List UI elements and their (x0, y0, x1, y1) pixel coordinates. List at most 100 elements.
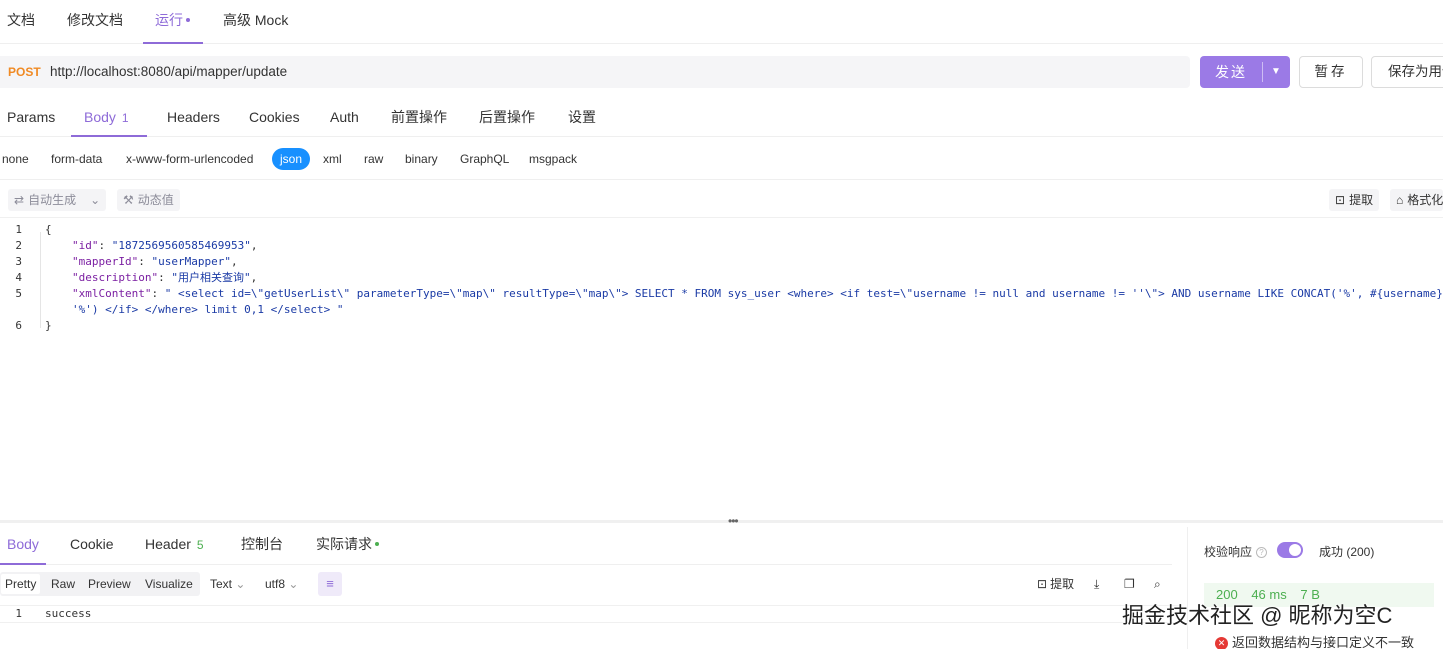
magic-wand-icon: ⚒ (123, 193, 134, 207)
line-number: 6 (15, 319, 22, 332)
success-select[interactable]: 成功 (200) (1319, 543, 1374, 560)
auto-generate-button[interactable]: ⇄ 自动生成 ⌄ (8, 189, 107, 211)
response-text: success (45, 607, 92, 620)
body-type-none[interactable]: none (2, 148, 29, 170)
chevron-down-icon[interactable]: ⌄ (90, 193, 100, 207)
tab-body-label: Body (84, 109, 116, 125)
view-raw[interactable]: Raw (47, 574, 79, 594)
resp-extract-button[interactable]: ⊡ 提取 (1037, 574, 1074, 594)
response-validation-panel: 校验响应? 成功 (200) 200 46 ms 7 B ✕ 返回数据结构与接口定… (1187, 527, 1443, 649)
request-tabs: Params Body 1 Headers Cookies Auth 前置操作 后… (0, 97, 1443, 137)
resp-extract-label: 提取 (1050, 577, 1075, 591)
drag-handle-icon[interactable]: ••• (728, 515, 739, 527)
response-tabs: Body Cookie Header 5 控制台 实际请求 (0, 527, 1172, 565)
line-number: 2 (15, 239, 22, 252)
tab-run[interactable]: 运行 (143, 0, 203, 44)
tab-params[interactable]: Params (7, 97, 55, 137)
code-line: '%') </if> </where> limit 0,1 </select> … (0, 302, 1443, 318)
send-button-label: 发送 (1215, 64, 1247, 80)
format-icon: ⌂ (1396, 193, 1404, 207)
text-format-select[interactable]: Text ⌄ (210, 572, 245, 596)
body-type-selector: none form-data x-www-form-urlencoded jso… (0, 140, 1443, 180)
resp-tab-actual-label: 实际请求 (316, 536, 372, 552)
editor-toolbar: ⇄ 自动生成 ⌄ ⚒ 动态值 ⊡ 提取 ⌂ 格式化 (0, 182, 1443, 218)
json-value: "用户相关查询" (171, 271, 251, 284)
line-number: 5 (15, 287, 22, 300)
tab-cookies[interactable]: Cookies (249, 97, 300, 137)
body-type-urlencoded[interactable]: x-www-form-urlencoded (126, 148, 253, 170)
chevron-down-icon: ⌄ (235, 577, 246, 591)
code-line: 5 "xmlContent": " <select id=\"getUserLi… (0, 286, 1443, 302)
validation-error: ✕ 返回数据结构与接口定义不一致 (1215, 632, 1414, 649)
body-type-raw[interactable]: raw (364, 148, 383, 170)
http-method[interactable]: POST (8, 56, 41, 88)
json-body-editor[interactable]: 1 { 2 "id": "1872569560585469953", 3 "ma… (0, 222, 1443, 517)
response-toolbar: Pretty Raw Preview Visualize Text ⌄ utf8… (0, 570, 1180, 600)
resp-tab-console[interactable]: 控制台 (241, 527, 283, 565)
tab-docs[interactable]: 文档 (7, 0, 35, 44)
resp-tab-body[interactable]: Body (0, 527, 46, 565)
tab-edit-docs[interactable]: 修改文档 (67, 0, 123, 44)
body-type-binary[interactable]: binary (405, 148, 438, 170)
body-type-xml[interactable]: xml (323, 148, 342, 170)
chevron-down-icon[interactable]: ▼ (1262, 56, 1290, 88)
resp-tab-header[interactable]: Header 5 (145, 527, 204, 565)
tab-post-ops[interactable]: 后置操作 (479, 97, 535, 137)
view-pretty[interactable]: Pretty (1, 574, 41, 594)
validation-error-text: 返回数据结构与接口定义不一致 (1232, 635, 1415, 649)
body-type-form-data[interactable]: form-data (51, 148, 102, 170)
help-icon[interactable]: ? (1256, 547, 1268, 559)
view-visualize[interactable]: Visualize (141, 574, 197, 594)
json-key: "description" (72, 271, 159, 284)
tab-settings[interactable]: 设置 (568, 97, 596, 137)
json-value: "userMapper" (151, 255, 231, 268)
body-type-json[interactable]: json (272, 148, 311, 170)
encoding-select[interactable]: utf8 ⌄ (265, 572, 298, 596)
resp-tab-cookie[interactable]: Cookie (70, 527, 114, 565)
line-number: 1 (15, 607, 22, 620)
search-icon[interactable]: ⌕ (1154, 574, 1161, 594)
unsaved-dot (186, 17, 190, 22)
encoding-value: utf8 (265, 577, 286, 591)
resp-tab-header-label: Header (145, 536, 191, 552)
validate-response-text: 校验响应 (1204, 545, 1253, 559)
resp-tab-actual-request[interactable]: 实际请求 (316, 527, 379, 565)
code-text: } (45, 319, 52, 332)
json-punct: , (250, 239, 258, 252)
extract-icon: ⊡ (1037, 577, 1048, 591)
format-label: 格式化 (1407, 193, 1443, 207)
url-bar[interactable]: POST http://localhost:8080/api/mapper/up… (0, 56, 1190, 88)
word-wrap-icon[interactable]: ≡ (318, 572, 342, 596)
json-punct: , (230, 255, 238, 268)
body-type-graphql[interactable]: GraphQL (460, 148, 509, 170)
url-input[interactable]: http://localhost:8080/api/mapper/update (50, 56, 287, 88)
code-line: 4 "description": "用户相关查询", (0, 270, 1443, 286)
dynamic-value-button[interactable]: ⚒ 动态值 (117, 189, 180, 211)
save-as-case-button[interactable]: 保存为用例 (1371, 56, 1443, 88)
tab-auth[interactable]: Auth (330, 97, 359, 137)
format-button[interactable]: ⌂ 格式化 (1390, 189, 1443, 211)
watermark: 掘金技术社区 @ 昵称为空C (1122, 603, 1393, 628)
extract-icon: ⊡ (1335, 193, 1346, 207)
toggle-knob (1289, 544, 1301, 556)
tab-advanced-mock[interactable]: 高级 Mock (223, 0, 288, 44)
response-body-viewer[interactable]: 1 success (0, 605, 1180, 623)
view-preview[interactable]: Preview (84, 574, 135, 594)
send-button[interactable]: 发送 ▼ (1200, 56, 1290, 88)
body-type-msgpack[interactable]: msgpack (529, 148, 577, 170)
validate-toggle[interactable] (1277, 542, 1303, 558)
code-line: 6 } (0, 318, 1443, 334)
json-key: "mapperId" (72, 255, 139, 268)
pane-divider[interactable] (0, 520, 1443, 523)
save-draft-button[interactable]: 暂存 (1299, 56, 1363, 88)
view-mode-group: Pretty Raw Preview Visualize (0, 572, 200, 596)
tab-body[interactable]: Body 1 (71, 97, 147, 137)
tab-pre-ops[interactable]: 前置操作 (391, 97, 447, 137)
tab-headers[interactable]: Headers (167, 97, 220, 137)
copy-icon[interactable]: ❐ (1124, 574, 1135, 594)
body-count-badge: 1 (121, 111, 129, 125)
download-icon[interactable]: ⤓ (1094, 574, 1099, 594)
extract-button[interactable]: ⊡ 提取 (1329, 189, 1380, 211)
json-key: "xmlContent" (72, 287, 152, 300)
code-line: 3 "mapperId": "userMapper", (0, 254, 1443, 270)
